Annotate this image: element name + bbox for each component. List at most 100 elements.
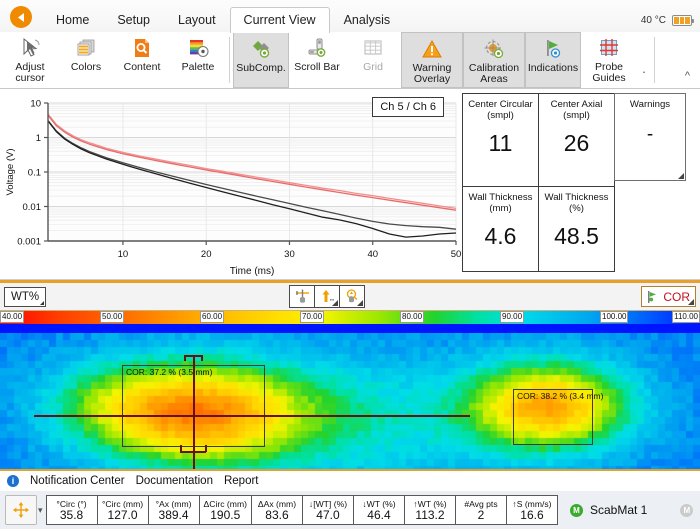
toolbar-separator-2 <box>654 37 655 83</box>
ribbon-toolbar: Adjust cursor Colors Content Palette Sub… <box>0 32 700 88</box>
svg-text:0.01: 0.01 <box>23 202 42 213</box>
heatmap-canvas[interactable] <box>0 333 700 469</box>
resize-corner-icon[interactable] <box>678 173 684 179</box>
documentation-link[interactable]: Documentation <box>136 475 213 487</box>
svg-text:0.001: 0.001 <box>17 237 41 248</box>
tool-palette[interactable]: Palette <box>170 32 226 88</box>
status-field-value: 389.4 <box>158 507 189 522</box>
reading-value: 4.6 <box>484 223 517 249</box>
cursor-arrow-icon <box>19 35 41 61</box>
status-field[interactable]: ↑S (mm/s) 16.6 <box>505 495 558 525</box>
tab-layout[interactable]: Layout <box>164 7 230 33</box>
chevron-up-icon[interactable]: ^ <box>685 32 698 88</box>
tab-analysis[interactable]: Analysis <box>330 7 405 33</box>
ribbon: Home Setup Layout Current View Analysis … <box>0 0 700 89</box>
cscan-toolbar: WT% COR <box>0 282 700 311</box>
status-field-value: 2 <box>477 507 485 522</box>
tab-current-view[interactable]: Current View <box>229 7 330 33</box>
tool-content[interactable]: Content <box>114 32 170 88</box>
status-field[interactable]: ΔCirc (mm) 190.5 <box>198 495 252 525</box>
dropdown-corner-icon[interactable] <box>332 300 338 306</box>
status-field-header: ↑S (mm/s) <box>512 498 552 509</box>
tool-grid[interactable]: Grid <box>345 32 401 88</box>
cor-label: COR <box>663 289 690 304</box>
cor-button[interactable]: COR <box>641 286 696 307</box>
tool-scroll-bar[interactable]: Scroll Bar <box>289 32 345 88</box>
chevron-down-icon[interactable]: ▾ <box>38 505 43 516</box>
probe-guides-icon <box>598 35 620 61</box>
reading-wall-thickness-pct[interactable]: Wall Thickness (%) 48.5 <box>538 186 615 272</box>
svg-text:10: 10 <box>118 249 129 260</box>
cursor-tick-top-left-v <box>184 355 186 361</box>
readings-row-1: Center Circular (smpl) 11 Center Axial (… <box>462 93 694 187</box>
move-up-icon[interactable] <box>314 285 340 308</box>
chart-legend: Ch 5 / Ch 6 <box>372 97 444 117</box>
probe-position-icon[interactable] <box>289 285 315 308</box>
tool-warning-overlay[interactable]: Warning Overlay <box>401 32 463 88</box>
status-field[interactable]: #Avg pts 2 <box>454 495 507 525</box>
reading-value: 11 <box>488 130 513 156</box>
analysis-panel: 0.001 0.01 0.1 1 10 10 20 30 40 50 Time (ms) Voltag… <box>0 89 700 280</box>
status-field-value: 16.6 <box>520 507 544 522</box>
status-field-value: 46.4 <box>367 507 391 522</box>
material-badge: M <box>569 503 583 517</box>
status-field-value: 127.0 <box>107 507 138 522</box>
palette-tick: 80.00 <box>400 311 425 323</box>
dropdown-corner-icon[interactable] <box>40 300 45 305</box>
flag-indication-icon <box>542 36 564 62</box>
status-field[interactable]: ΔAx (mm) 83.6 <box>250 495 303 525</box>
report-link[interactable]: Report <box>224 475 259 487</box>
palette-tick: 50.00 <box>100 311 125 323</box>
reading-center-circular[interactable]: Center Circular (smpl) 11 <box>462 93 539 187</box>
svg-text:1: 1 <box>36 133 41 144</box>
tool-calibration-areas[interactable]: Calibration Areas <box>463 32 525 88</box>
svg-text:0.1: 0.1 <box>28 168 41 179</box>
scroll-bar-icon <box>306 35 328 61</box>
status-field-header: ↓[WT] (%) <box>308 498 348 509</box>
tab-setup[interactable]: Setup <box>103 7 164 33</box>
dropdown-corner-icon[interactable] <box>357 300 363 306</box>
pan-arrows-icon[interactable] <box>5 495 37 525</box>
tool-colors[interactable]: Colors <box>58 32 114 88</box>
status-field[interactable]: °Ax (mm) 389.4 <box>147 495 200 525</box>
tool-subcomp[interactable]: SubComp. <box>233 32 289 88</box>
status-field[interactable]: ↓WT (%) 46.4 <box>352 495 405 525</box>
color-palette-scale[interactable]: 40.00 50.00 60.00 70.00 80.00 90.00 100.00 110.… <box>0 311 700 324</box>
reading-title: Center Axial <box>550 99 603 110</box>
status-field-header: #Avg pts <box>464 498 498 509</box>
voltage-decay-chart[interactable]: 0.001 0.01 0.1 1 10 10 20 30 40 50 Time (ms) Voltag… <box>0 89 462 279</box>
reading-warnings[interactable]: Warnings - <box>614 93 686 181</box>
indication-box-2[interactable]: COR: 38.2 % (3.4 mm) <box>513 389 603 445</box>
dropdown-corner-icon[interactable] <box>688 299 694 305</box>
toolbar-overflow-button[interactable]: · <box>637 32 651 88</box>
cursor-horizontal-line <box>34 415 470 417</box>
cscan-panel: WT% COR 40.00 50.00 60.00 70.00 80.00 90… <box>0 280 700 469</box>
cursor-tick-bottom-left-v <box>180 445 182 452</box>
toolbar-group-overlays: SubComp. Scroll Bar Grid Warning Overlay… <box>233 32 637 88</box>
palette-tick: 90.00 <box>500 311 525 323</box>
tool-indications[interactable]: Indications <box>525 32 581 88</box>
cscan-heatmap[interactable]: COR: 37.2 % (3.5 mm) COR: 38.2 % (3.4 mm… <box>0 333 700 469</box>
tab-home[interactable]: Home <box>42 7 103 33</box>
zoom-pointer-icon[interactable] <box>339 285 365 308</box>
status-field[interactable]: ↓[WT] (%) 47.0 <box>301 495 354 525</box>
battery-icon <box>672 15 694 26</box>
status-field-value: 190.5 <box>210 507 241 522</box>
palette-underline <box>0 324 700 333</box>
back-arrow-icon[interactable] <box>10 6 32 28</box>
cscan-mode-button[interactable]: WT% <box>4 286 47 307</box>
tool-label: Grid <box>363 61 383 73</box>
reading-center-axial[interactable]: Center Axial (smpl) 26 <box>538 93 615 187</box>
notification-center-link[interactable]: Notification Center <box>30 475 125 487</box>
tool-label: Palette <box>181 61 215 73</box>
reading-wall-thickness-mm[interactable]: Wall Thickness (mm) 4.6 <box>462 186 539 272</box>
status-field[interactable]: °Circ (mm) 127.0 <box>96 495 149 525</box>
tool-probe-guides[interactable]: Probe Guides <box>581 32 637 88</box>
tool-adjust-cursor[interactable]: Adjust cursor <box>2 32 58 88</box>
status-bar: ▾ °Circ (°) 35.8 °Circ (mm) 127.0 °Ax (mm) 38… <box>0 491 700 529</box>
reading-value: 48.5 <box>554 223 599 249</box>
status-field[interactable]: °Circ (°) 35.8 <box>45 495 98 525</box>
status-field[interactable]: ↑WT (%) 113.2 <box>403 495 456 525</box>
cursor-tick-bottom-left <box>180 451 193 453</box>
indication-label: COR: 38.2 % (3.4 mm) <box>517 391 604 401</box>
